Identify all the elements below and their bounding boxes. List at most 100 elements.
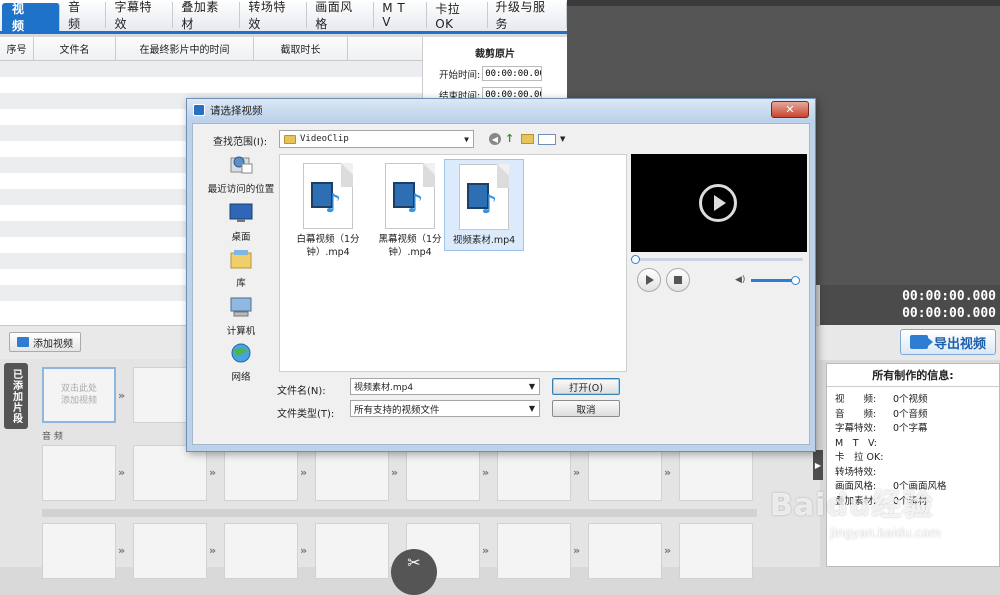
info-row: 卡 拉 OK:: [827, 449, 999, 464]
chevron-down-icon[interactable]: ▼: [529, 382, 535, 391]
tab-picture-style[interactable]: 画面风格: [307, 0, 375, 31]
file-item[interactable]: ♪ 黑幕视频（1分钟）.mp4: [370, 159, 450, 259]
col-index-header[interactable]: 序号: [0, 37, 34, 60]
added-clips-tab[interactable]: 已添加片段: [4, 363, 28, 429]
up-folder-icon[interactable]: ↑: [505, 133, 517, 145]
clip-slot[interactable]: [315, 523, 389, 579]
place-library[interactable]: 库: [203, 248, 279, 289]
tab-subtitle-effects[interactable]: 字幕特效: [106, 0, 174, 31]
track-separator: [42, 509, 757, 517]
arrow-icon: »: [482, 466, 490, 479]
crop-start-input[interactable]: [482, 66, 543, 81]
dialog-close-button[interactable]: ✕: [771, 101, 809, 118]
export-video-label: 导出视频: [933, 336, 986, 352]
film-add-icon: [17, 337, 29, 347]
add-video-label: 添加视频: [33, 338, 73, 350]
arrow-icon: »: [209, 544, 217, 557]
place-desktop[interactable]: 桌面: [203, 202, 279, 243]
expand-right-icon[interactable]: ▶: [813, 450, 823, 480]
audio-clip-slot[interactable]: [315, 445, 389, 501]
clip-slot[interactable]: [679, 523, 753, 579]
file-item-selected[interactable]: ♪ 视频素材.mp4: [444, 159, 524, 251]
tab-video[interactable]: 视 频: [2, 2, 61, 33]
file-name: 视频素材.mp4: [452, 235, 516, 246]
info-key: 卡 拉 OK:: [835, 452, 884, 464]
info-value: 0个音频: [893, 408, 928, 420]
view-menu-icon[interactable]: [538, 133, 556, 145]
arrow-icon: »: [300, 544, 308, 557]
cancel-button[interactable]: 取消: [552, 400, 620, 417]
list-row[interactable]: [0, 77, 422, 93]
info-row: 字幕特效: 0个字幕: [827, 420, 999, 435]
audio-clip-slot[interactable]: [42, 445, 116, 501]
new-folder-icon[interactable]: [521, 134, 534, 144]
clip-slot[interactable]: [497, 523, 571, 579]
look-in-label: 查找范围(I):: [213, 137, 268, 148]
arrow-icon: »: [118, 389, 126, 402]
place-computer[interactable]: 计算机: [203, 296, 279, 337]
tab-karaoke[interactable]: 卡拉OK: [427, 2, 488, 31]
audio-clip-slot[interactable]: [679, 445, 753, 501]
crop-start-row: 开始时间:: [423, 66, 567, 81]
volume-handle[interactable]: [791, 276, 800, 285]
clip-slot[interactable]: [133, 523, 207, 579]
places-bar: 最近访问的位置 桌面 库 计算机 网络: [203, 154, 279, 383]
folder-icon: [284, 134, 296, 144]
total-time: 00:00:00.000: [902, 306, 996, 321]
place-recent[interactable]: 最近访问的位置: [203, 154, 279, 195]
seek-handle[interactable]: [631, 255, 640, 264]
info-row: 视 频: 0个视频: [827, 391, 999, 406]
export-video-button[interactable]: 导出视频: [900, 329, 996, 355]
audio-clip-slot[interactable]: [497, 445, 571, 501]
clip-slot[interactable]: [224, 523, 298, 579]
chevron-down-icon[interactable]: ▼: [560, 135, 565, 143]
audio-clip-slot[interactable]: [406, 445, 480, 501]
add-video-placeholder-clip[interactable]: 双击此处 添加视频: [42, 367, 116, 423]
preview-play-button[interactable]: [637, 268, 661, 292]
tab-upgrade-service[interactable]: 升级与服务: [488, 0, 567, 31]
tab-mtv[interactable]: M T V: [374, 1, 428, 29]
list-row[interactable]: [0, 61, 422, 77]
video-file-icon: ♪: [385, 163, 435, 229]
audio-clip-slot[interactable]: [224, 445, 298, 501]
play-icon[interactable]: [699, 184, 737, 222]
look-in-dropdown[interactable]: VideoClip ▼: [279, 130, 474, 148]
back-icon[interactable]: ◀: [489, 133, 501, 145]
tab-transitions[interactable]: 转场特效: [240, 0, 308, 31]
placeholder-clip-label: 双击此处 添加视频: [60, 384, 97, 406]
crop-start-label: 开始时间:: [439, 69, 481, 81]
dialog-titlebar: 请选择视频: [187, 99, 815, 121]
file-item[interactable]: ♪ 白幕视频（1分钟）.mp4: [288, 159, 368, 259]
arrow-icon: »: [573, 466, 581, 479]
scissors-icon[interactable]: ✂: [391, 549, 437, 595]
arrow-icon: »: [664, 544, 672, 557]
col-duration-header[interactable]: 截取时长: [254, 37, 348, 60]
open-button[interactable]: 打开(O): [552, 378, 620, 395]
timecode-display: 00:00:00.000 00:00:00.000: [820, 285, 1000, 325]
recent-places-icon: [230, 156, 253, 174]
place-network[interactable]: 网络: [203, 342, 279, 383]
place-label: 最近访问的位置: [207, 184, 275, 195]
add-video-button[interactable]: 添加视频: [9, 332, 81, 352]
audio-clip-slot[interactable]: [588, 445, 662, 501]
film-export-icon: [909, 335, 933, 349]
list-header: 序号 文件名 在最终影片中的时间 截取时长: [0, 37, 422, 61]
col-time-in-movie-header[interactable]: 在最终影片中的时间: [116, 37, 254, 60]
video-file-icon: ♪: [303, 163, 353, 229]
clip-slot[interactable]: [588, 523, 662, 579]
info-key: 视 频:: [835, 394, 877, 406]
col-filename-header[interactable]: 文件名: [34, 37, 116, 60]
info-title: 所有制作的信息:: [827, 364, 999, 387]
filename-value: 视频素材.mp4: [354, 383, 414, 393]
volume-slider[interactable]: [751, 276, 800, 285]
preview-seek-bar[interactable]: [631, 255, 803, 264]
tab-audio[interactable]: 音 频: [60, 0, 107, 31]
preview-stop-button[interactable]: [666, 268, 690, 292]
tab-overlay[interactable]: 叠加素材: [173, 0, 241, 31]
select-video-dialog: 请选择视频 ✕ 查找范围(I): VideoClip ▼ ◀ ↑ ▼ 最近访问的…: [186, 98, 816, 452]
audio-clip-slot[interactable]: [133, 445, 207, 501]
filetype-dropdown[interactable]: 所有支持的视频文件 ▼: [350, 400, 540, 417]
filename-input[interactable]: 视频素材.mp4 ▼: [350, 378, 540, 395]
info-row: 音 频: 0个音频: [827, 406, 999, 421]
clip-slot[interactable]: [42, 523, 116, 579]
